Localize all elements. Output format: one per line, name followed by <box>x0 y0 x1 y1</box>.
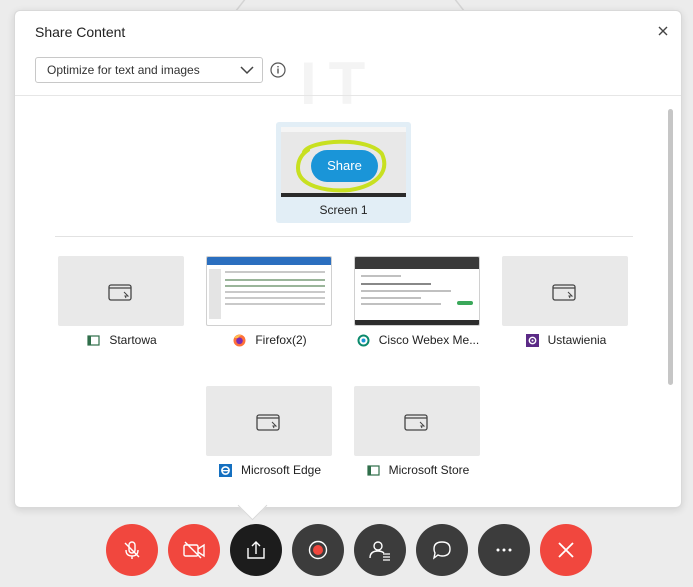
app-startowa[interactable]: Startowa <box>58 256 186 356</box>
more-options-button[interactable] <box>478 524 530 576</box>
window-app-icon <box>87 334 100 346</box>
app-microsoft-edge[interactable]: Microsoft Edge <box>206 386 334 486</box>
app-thumbnail <box>502 256 628 326</box>
edge-icon <box>218 463 232 477</box>
share-button[interactable] <box>230 524 282 576</box>
settings-gear-icon <box>525 333 539 347</box>
more-icon <box>496 548 512 552</box>
info-icon[interactable] <box>270 62 286 78</box>
highlight-annotation <box>295 139 387 193</box>
mute-button[interactable] <box>106 524 158 576</box>
close-icon <box>558 542 574 558</box>
screen-label: Screen 1 <box>319 203 368 217</box>
header-divider <box>15 95 681 96</box>
app-thumbnail <box>206 256 332 326</box>
leave-button[interactable] <box>540 524 592 576</box>
app-label: Cisco Webex Me... <box>378 333 480 347</box>
window-icon <box>404 414 428 431</box>
app-thumbnail <box>354 386 480 456</box>
app-label: Ustawienia <box>547 333 607 347</box>
window-icon <box>256 414 280 431</box>
section-divider <box>55 236 633 237</box>
app-thumbnail <box>58 256 184 326</box>
firefox-icon <box>233 334 246 346</box>
optimize-dropdown[interactable]: Optimize for text and images <box>35 57 263 83</box>
chat-icon <box>432 541 451 560</box>
window-icon <box>108 284 132 301</box>
participants-icon <box>369 541 390 561</box>
record-button[interactable] <box>292 524 344 576</box>
app-microsoft-store[interactable]: Microsoft Store <box>354 386 482 486</box>
video-off-icon <box>183 541 205 559</box>
chevron-down-icon <box>240 66 254 75</box>
scrollbar[interactable] <box>668 109 673 385</box>
close-icon[interactable] <box>655 23 671 39</box>
app-cisco-webex[interactable]: Cisco Webex Me... <box>354 256 482 356</box>
app-label: Microsoft Edge <box>240 463 322 477</box>
record-icon <box>308 540 328 560</box>
window-icon <box>552 284 576 301</box>
dialog-title: Share Content <box>35 24 126 40</box>
microphone-off-icon <box>124 541 140 559</box>
app-ustawienia[interactable]: Ustawienia <box>502 256 630 356</box>
app-label: Microsoft Store <box>388 463 470 477</box>
store-icon <box>367 464 380 476</box>
app-label: Startowa <box>109 333 157 347</box>
app-label: Firefox(2) <box>255 333 307 347</box>
background-watermark: IT <box>300 50 378 117</box>
share-content-dialog: Share Content IT Optimize for text and i… <box>14 10 682 508</box>
app-firefox[interactable]: Firefox(2) <box>206 256 334 356</box>
chat-button[interactable] <box>416 524 468 576</box>
screen-1-option[interactable]: Share Screen 1 <box>276 122 411 223</box>
app-thumbnail <box>206 386 332 456</box>
share-icon <box>247 541 265 559</box>
optimize-dropdown-value: Optimize for text and images <box>47 63 200 77</box>
participants-button[interactable] <box>354 524 406 576</box>
webex-icon <box>357 334 370 346</box>
app-thumbnail <box>354 256 480 326</box>
stop-video-button[interactable] <box>168 524 220 576</box>
